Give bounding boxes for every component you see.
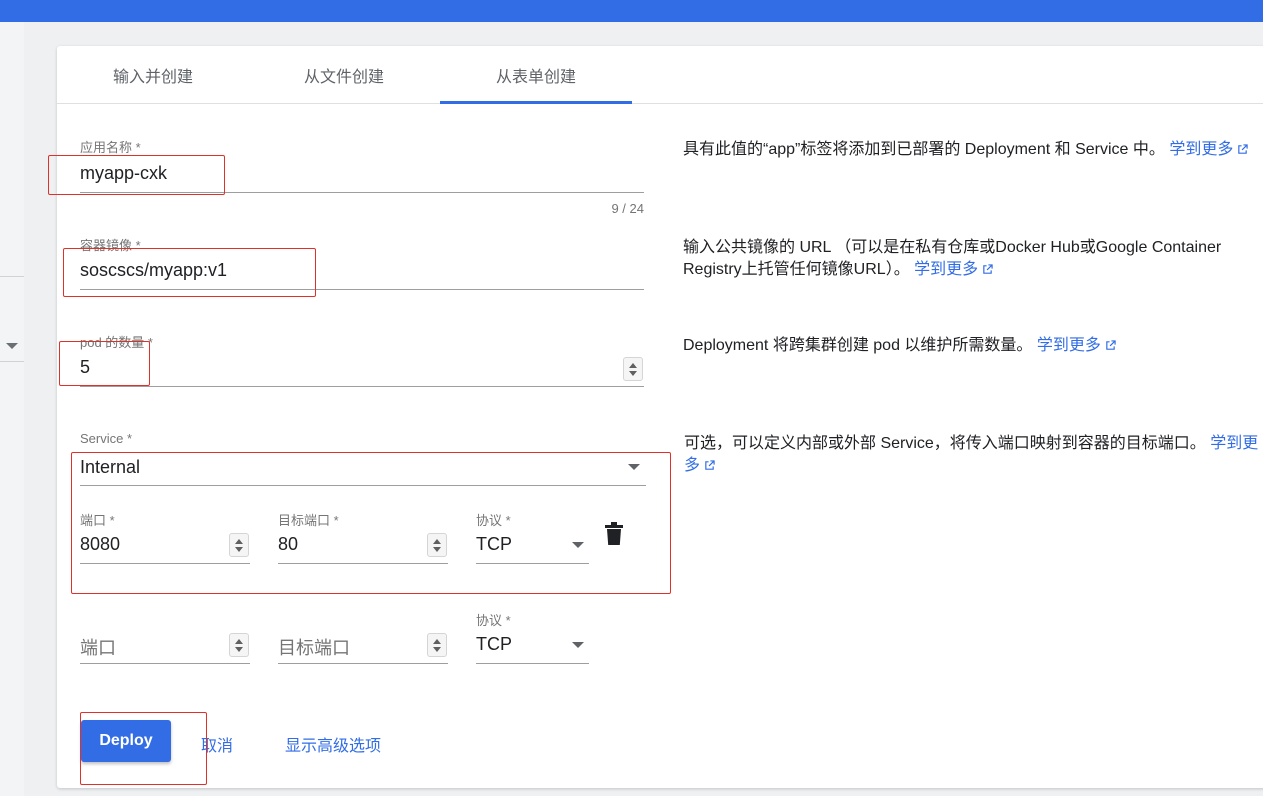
- app-name-input[interactable]: myapp-cxk: [80, 163, 167, 184]
- service-underline: [80, 485, 646, 486]
- top-app-bar: [0, 0, 1263, 22]
- side-nav-strip: [0, 22, 24, 796]
- app-name-learn-more-link[interactable]: 学到更多: [1169, 141, 1249, 158]
- learn-more-label: 学到更多: [914, 261, 979, 278]
- target-port-label: 目标端口 *: [278, 513, 339, 528]
- image-help: 输入公共镜像的 URL （可以是在私有仓库或Docker Hub或Google …: [683, 237, 1263, 281]
- tab-form-create[interactable]: 从表单创建: [440, 46, 632, 104]
- port-input[interactable]: 8080: [80, 534, 120, 555]
- create-form-card: 输入并创建 从文件创建 从表单创建 应用名称 * myapp-cxk 9 / 2…: [48, 46, 1263, 788]
- service-help-text: 可选，可以定义内部或外部 Service，将传入端口映射到容器的目标端口。: [684, 435, 1206, 452]
- stepper-up-icon: [433, 538, 441, 544]
- chevron-down-icon[interactable]: [628, 464, 640, 470]
- side-divider: [0, 276, 24, 277]
- app-name-counter: 9 / 24: [611, 201, 644, 216]
- port-underline: [80, 563, 250, 564]
- stepper-up-icon: [235, 638, 243, 644]
- stepper-down-icon: [235, 646, 243, 652]
- stepper-up-icon: [235, 538, 243, 544]
- show-advanced-button[interactable]: 显示高级选项: [285, 732, 381, 756]
- deploy-button[interactable]: Deploy: [81, 720, 171, 762]
- new-protocol-select[interactable]: TCP: [476, 634, 512, 655]
- chevron-down-icon[interactable]: [6, 343, 18, 349]
- new-port-underline: [80, 663, 250, 664]
- stepper-down-icon: [235, 546, 243, 552]
- trash-icon[interactable]: [604, 522, 624, 546]
- create-tabs: 输入并创建 从文件创建 从表单创建: [57, 46, 1263, 104]
- external-link-icon: [1106, 340, 1116, 350]
- image-label: 容器镜像 *: [80, 238, 141, 253]
- app-name-help: 具有此值的“app”标签将添加到已部署的 Deployment 和 Servic…: [683, 139, 1253, 161]
- learn-more-label: 学到更多: [1036, 337, 1101, 354]
- new-target-port-stepper[interactable]: [427, 633, 447, 657]
- stepper-down-icon: [629, 370, 637, 376]
- service-label: Service *: [80, 431, 133, 446]
- chevron-down-icon[interactable]: [572, 642, 584, 648]
- protocol-select[interactable]: TCP: [476, 534, 512, 555]
- new-protocol-underline: [476, 663, 589, 664]
- app-name-label: 应用名称 *: [80, 140, 141, 155]
- image-underline: [80, 289, 644, 290]
- protocol-label: 协议 *: [476, 513, 511, 528]
- pods-input[interactable]: 5: [80, 357, 90, 378]
- protocol-underline: [476, 563, 589, 564]
- image-input[interactable]: soscscs/myapp:v1: [80, 260, 227, 281]
- port-label: 端口 *: [80, 513, 115, 528]
- stepper-up-icon: [433, 638, 441, 644]
- service-help: 可选，可以定义内部或外部 Service，将传入端口映射到容器的目标端口。 学到…: [684, 433, 1263, 477]
- pods-stepper[interactable]: [623, 357, 643, 381]
- pods-help-text: Deployment 将跨集群创建 pod 以维护所需数量。: [683, 337, 1033, 354]
- port-stepper[interactable]: [229, 533, 249, 557]
- side-divider: [0, 361, 24, 362]
- stepper-up-icon: [629, 362, 637, 368]
- service-select[interactable]: Internal: [80, 457, 140, 478]
- new-target-port-input[interactable]: 目标端口: [278, 634, 350, 660]
- learn-more-label: 学到更多: [1169, 141, 1234, 158]
- external-link-icon: [983, 264, 993, 274]
- external-link-icon: [1238, 144, 1249, 154]
- new-protocol-label: 协议 *: [476, 613, 511, 628]
- target-port-stepper[interactable]: [427, 533, 447, 557]
- stepper-down-icon: [433, 646, 441, 652]
- stepper-down-icon: [433, 546, 441, 552]
- new-target-port-underline: [278, 663, 448, 664]
- image-learn-more-link[interactable]: 学到更多: [914, 261, 993, 278]
- pods-learn-more-link[interactable]: 学到更多: [1037, 337, 1116, 354]
- tab-file-create[interactable]: 从文件创建: [248, 46, 440, 104]
- chevron-down-icon[interactable]: [572, 542, 584, 548]
- pods-label: pod 的数量 *: [80, 335, 153, 350]
- cancel-button[interactable]: 取消: [201, 732, 233, 756]
- pods-underline: [80, 386, 644, 387]
- external-link-icon: [705, 460, 715, 470]
- tab-input-create[interactable]: 输入并创建: [57, 46, 249, 104]
- highlight-service: [71, 452, 671, 594]
- app-name-help-text: 具有此值的“app”标签将添加到已部署的 Deployment 和 Servic…: [683, 141, 1165, 158]
- target-port-input[interactable]: 80: [278, 534, 298, 555]
- app-name-underline: [80, 192, 644, 193]
- active-tab-indicator: [440, 101, 632, 104]
- new-port-input[interactable]: 端口: [80, 634, 116, 660]
- pods-help: Deployment 将跨集群创建 pod 以维护所需数量。 学到更多: [683, 335, 1253, 357]
- target-port-underline: [278, 563, 448, 564]
- new-port-stepper[interactable]: [229, 633, 249, 657]
